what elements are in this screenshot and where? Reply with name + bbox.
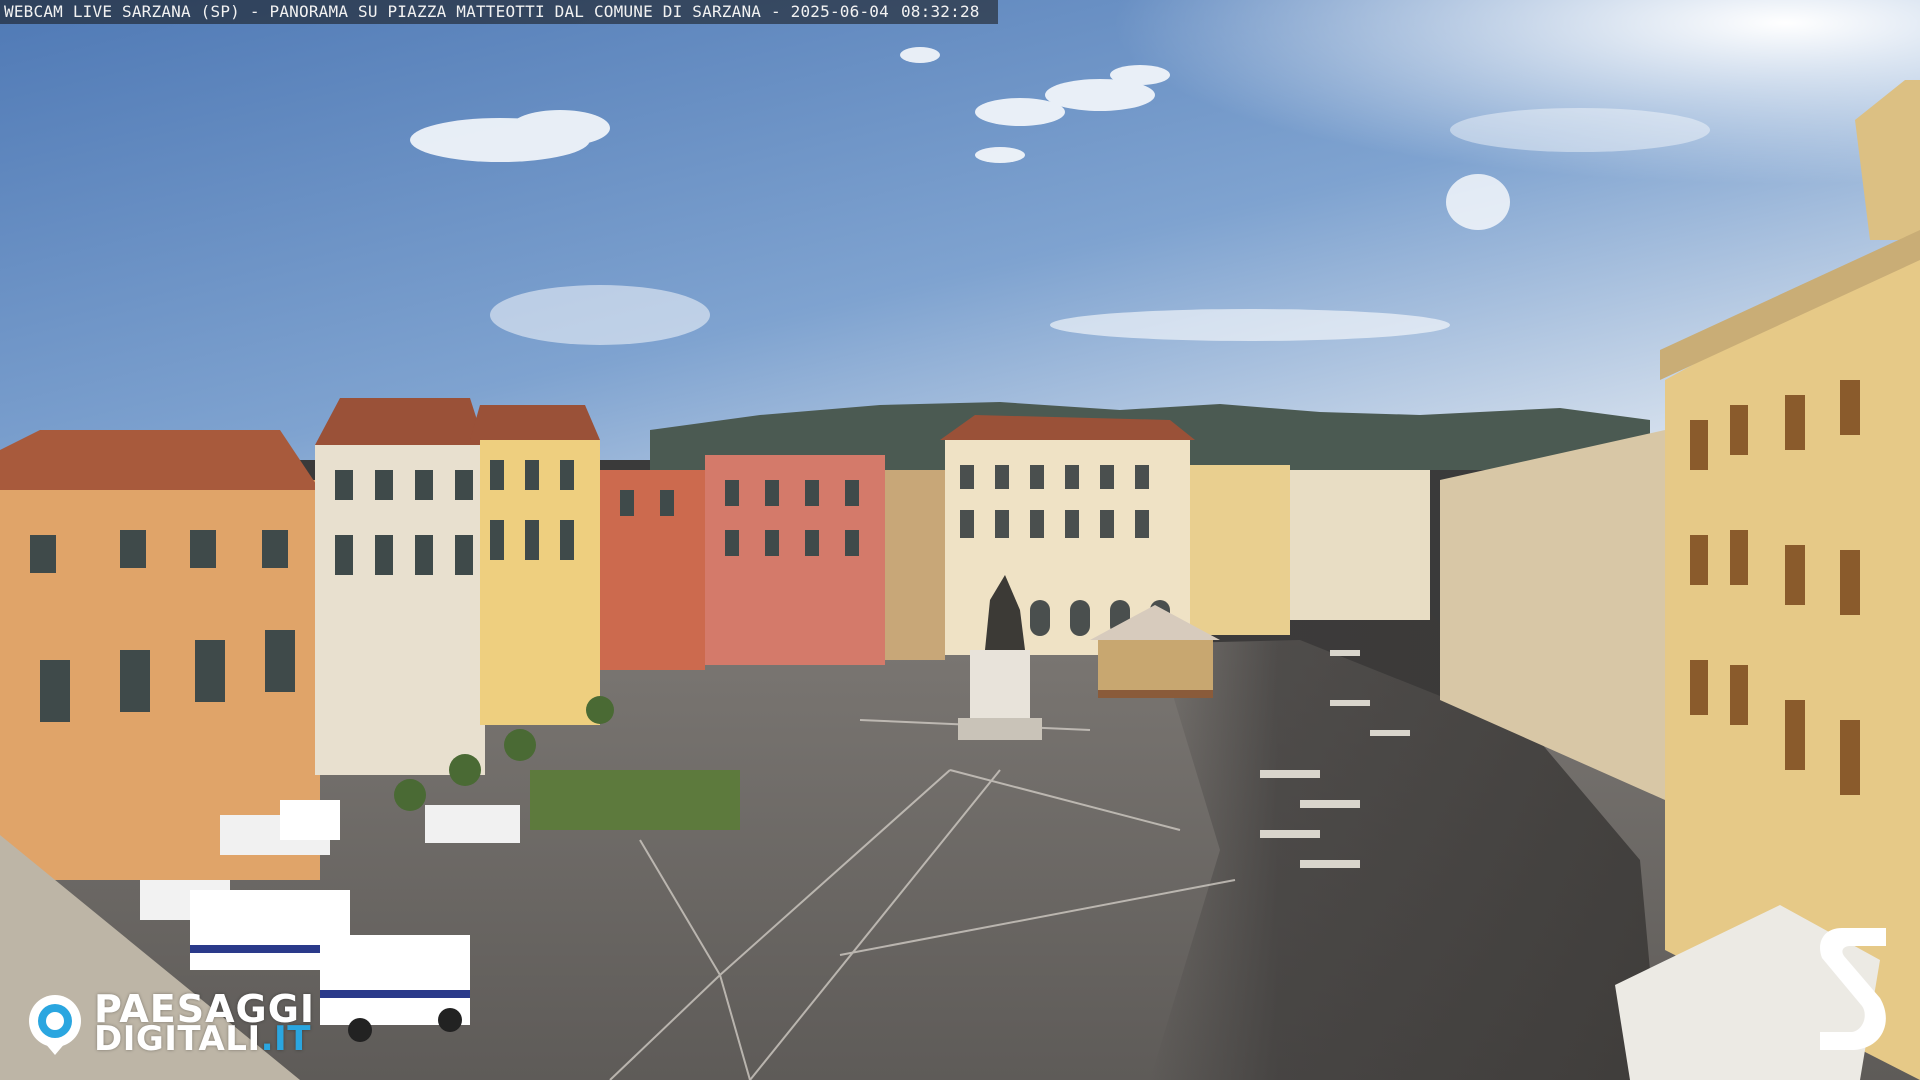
- watermark-line2-main: DIGITALI: [94, 1019, 261, 1059]
- piazza-scene: [0, 0, 1920, 1080]
- caption-date: 2025-06-04: [790, 2, 889, 21]
- webcam-caption-bar: WEBCAM LIVE SARZANA (SP) - PANORAMA SU P…: [0, 0, 998, 24]
- caption-time: 08:32:28: [900, 2, 980, 21]
- watermark-line2: DIGITALI.IT: [94, 1022, 315, 1056]
- paesaggi-digitali-watermark: PAESAGGI DIGITALI.IT: [26, 990, 315, 1058]
- watermark-line2-accent: .IT: [260, 1019, 311, 1059]
- sun-glare: [0, 0, 1920, 460]
- webcam-frame: WEBCAM LIVE SARZANA (SP) - PANORAMA SU P…: [0, 0, 1920, 1080]
- camera-lens-icon: [29, 995, 81, 1055]
- stylized-s-logo-icon: [1820, 928, 1886, 1050]
- caption-title: WEBCAM LIVE SARZANA (SP) - PANORAMA SU P…: [4, 2, 781, 21]
